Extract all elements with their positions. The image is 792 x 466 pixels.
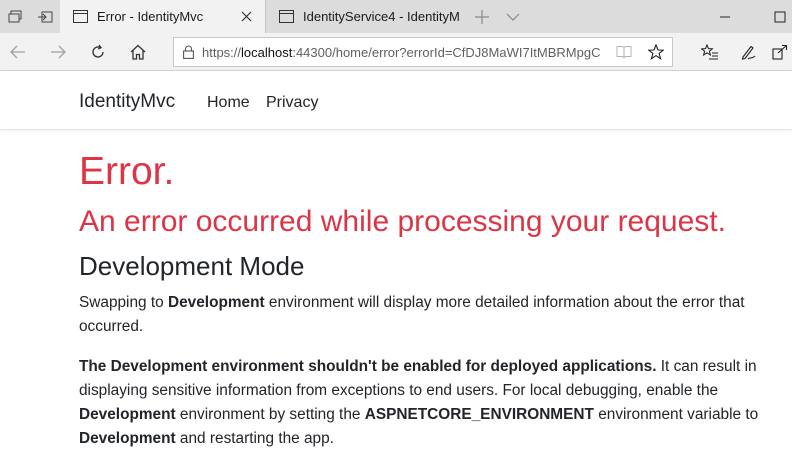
maximize-icon bbox=[774, 11, 786, 22]
text-segment: environment by setting the bbox=[175, 406, 365, 423]
page-icon bbox=[278, 9, 294, 25]
plus-icon bbox=[475, 9, 489, 24]
url-path: :44300/home/error?errorId=CfDJ8MaWI7ItMB… bbox=[292, 44, 601, 60]
favorites-list-icon bbox=[701, 44, 718, 60]
bold-segment: Development bbox=[79, 406, 176, 423]
text-segment: environment variable to bbox=[593, 406, 759, 423]
back-button[interactable] bbox=[2, 36, 34, 68]
new-tab-button[interactable] bbox=[467, 0, 497, 33]
favorite-button[interactable] bbox=[640, 38, 672, 66]
tab-overview-icon bbox=[8, 10, 22, 22]
reading-view-icon bbox=[616, 46, 632, 59]
text-segment: and restarting the app. bbox=[175, 430, 334, 447]
tab-title: Error - IdentityMvc bbox=[97, 9, 204, 24]
maximize-button[interactable] bbox=[760, 0, 792, 33]
tab-title: IdentityService4 - IdentityM bbox=[303, 9, 460, 24]
browser-toolbar: https://localhost:44300/home/error?error… bbox=[0, 33, 792, 71]
tab-error-identitymvc[interactable]: Error - IdentityMvc bbox=[60, 0, 265, 33]
tab-strip: Error - IdentityMvc IdentityService4 - I… bbox=[0, 0, 792, 33]
star-icon bbox=[648, 44, 664, 60]
site-header: IdentityMvc Home Privacy bbox=[0, 71, 792, 130]
text-segment: Swapping to bbox=[79, 294, 168, 311]
reading-view-button[interactable] bbox=[608, 38, 640, 66]
tab-overview-button[interactable] bbox=[0, 0, 30, 33]
tab-close-button[interactable] bbox=[235, 6, 257, 28]
chevron-down-icon bbox=[506, 13, 520, 21]
error-subheading: An error occurred while processing your … bbox=[79, 205, 726, 238]
bold-segment: The Development environment shouldn't be… bbox=[79, 358, 657, 375]
error-heading: Error. bbox=[79, 150, 175, 193]
forward-button[interactable] bbox=[42, 36, 74, 68]
development-warning-paragraph: The Development environment shouldn't be… bbox=[79, 355, 769, 451]
minimize-button[interactable] bbox=[705, 0, 745, 33]
lock-icon[interactable] bbox=[174, 45, 202, 59]
page-icon bbox=[72, 9, 88, 25]
nav-link-privacy[interactable]: Privacy bbox=[266, 94, 318, 112]
forward-arrow-icon bbox=[51, 45, 66, 59]
home-button[interactable] bbox=[122, 36, 154, 68]
minimize-icon bbox=[720, 16, 730, 17]
site-brand-link[interactable]: IdentityMvc bbox=[79, 91, 175, 113]
share-icon bbox=[772, 44, 788, 60]
address-bar[interactable]: https://localhost:44300/home/error?error… bbox=[173, 37, 673, 67]
bold-segment: ASPNETCORE_ENVIRONMENT bbox=[364, 406, 594, 423]
url-text[interactable]: https://localhost:44300/home/error?error… bbox=[202, 45, 608, 60]
close-icon bbox=[241, 11, 251, 22]
bold-segment: Development bbox=[168, 294, 265, 311]
nav-link-home[interactable]: Home bbox=[207, 94, 250, 112]
pen-icon bbox=[741, 45, 756, 60]
development-mode-heading: Development Mode bbox=[79, 251, 305, 281]
home-icon bbox=[130, 44, 146, 60]
url-scheme: https:// bbox=[202, 44, 242, 60]
refresh-button[interactable] bbox=[82, 36, 114, 68]
development-info-paragraph: Swapping to Development environment will… bbox=[79, 291, 769, 339]
tab-list-button[interactable] bbox=[498, 0, 528, 33]
tab-identityservice4[interactable]: IdentityService4 - IdentityM bbox=[265, 0, 467, 33]
back-arrow-icon bbox=[10, 45, 25, 59]
bold-segment: Development bbox=[79, 430, 176, 447]
favorites-button[interactable] bbox=[694, 36, 726, 68]
share-button[interactable] bbox=[764, 36, 792, 68]
set-tabs-aside-button[interactable] bbox=[30, 0, 60, 33]
web-note-button[interactable] bbox=[732, 36, 764, 68]
url-host: localhost bbox=[241, 44, 293, 60]
refresh-icon bbox=[92, 44, 104, 58]
set-tabs-aside-icon bbox=[38, 11, 53, 22]
